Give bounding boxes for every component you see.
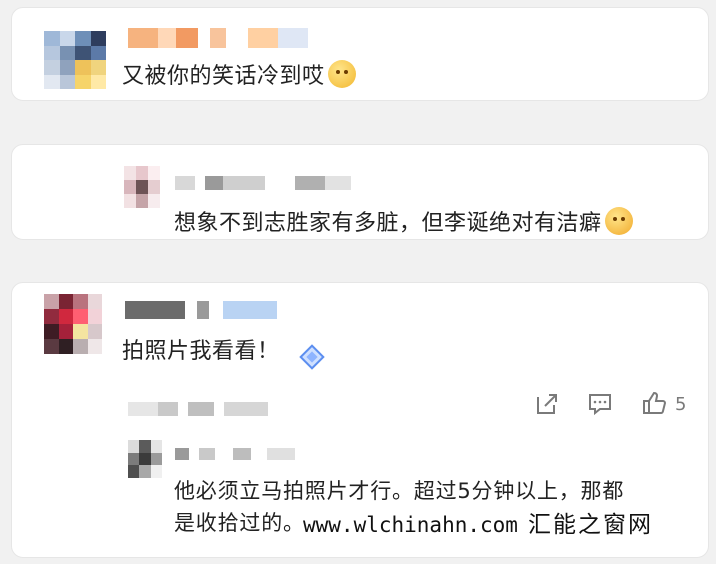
like-icon[interactable] — [641, 390, 667, 416]
comment-text-content: 拍照片我看看！ — [122, 339, 280, 364]
username-blurred[interactable] — [128, 28, 308, 48]
comment-text: 又被你的笑话冷到哎 — [122, 58, 356, 90]
avatar[interactable] — [44, 31, 106, 89]
share-icon[interactable] — [534, 391, 560, 417]
comment-text: 拍照片我看看！ — [122, 333, 280, 365]
shushing-face-emoji-icon — [327, 60, 356, 88]
diamond-badge-icon — [299, 344, 325, 370]
watermark-site-name: 汇能之窗网 — [527, 512, 653, 538]
comment-card — [11, 7, 709, 101]
username-blurred[interactable] — [125, 301, 277, 319]
comment-text: 想象不到志胜家有多脏，但李诞绝对有洁癖 — [174, 205, 633, 237]
avatar[interactable] — [44, 294, 102, 354]
laughing-tears-emoji-icon — [604, 207, 633, 235]
comment-icon[interactable] — [587, 391, 613, 417]
username-blurred[interactable] — [175, 176, 351, 190]
comment-text-content: 又被你的笑话冷到哎 — [122, 64, 325, 89]
comment-text-content: 想象不到志胜家有多脏，但李诞绝对有洁癖 — [174, 211, 602, 236]
watermark: www.wlchinahn.com 汇能之窗网 — [303, 505, 653, 539]
username-blurred[interactable] — [175, 448, 295, 460]
timestamp-blurred — [128, 402, 268, 416]
like-count: 5 — [675, 394, 687, 415]
avatar[interactable] — [128, 440, 162, 478]
avatar[interactable] — [124, 166, 160, 208]
watermark-url: www.wlchinahn.com — [303, 513, 518, 537]
reply-text-line: 他必须立马拍照片才行。超过5分钟以上，那都 — [174, 479, 625, 503]
